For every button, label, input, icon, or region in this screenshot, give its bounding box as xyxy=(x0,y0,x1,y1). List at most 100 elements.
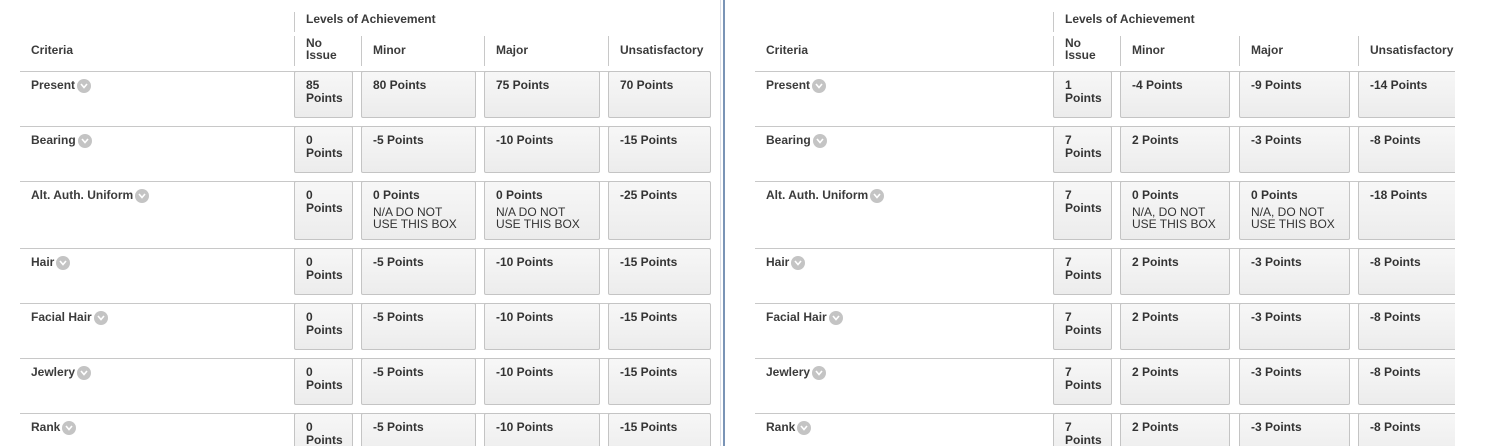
rating-points: -18 Points xyxy=(1370,188,1428,202)
rating-cell-major[interactable]: -10 Points xyxy=(484,413,600,446)
rating-points: 80 Points xyxy=(373,78,427,92)
chevron-down-icon[interactable] xyxy=(135,189,150,203)
rating-cell-unsatisfactory[interactable]: -15 Points xyxy=(608,358,711,405)
rating-cell-major[interactable]: -10 Points xyxy=(484,248,600,295)
rating-cell-major[interactable]: -3 Points xyxy=(1239,358,1350,405)
criterion-row-header[interactable]: Bearing xyxy=(31,133,92,148)
criterion-row-header[interactable]: Hair xyxy=(31,255,71,270)
chevron-down-icon[interactable] xyxy=(797,421,812,435)
rating-cell-major[interactable]: -9 Points xyxy=(1239,71,1350,118)
rating-cell-minor[interactable]: 2 Points xyxy=(1120,248,1230,295)
criterion-row-header[interactable]: Alt. Auth. Uniform xyxy=(31,188,150,203)
rating-points: -5 Points xyxy=(373,365,424,379)
rating-cell-unsatisfactory[interactable]: 70 Points xyxy=(608,71,711,118)
chevron-down-icon[interactable] xyxy=(62,421,77,435)
rating-cell-unsatisfactory[interactable]: -15 Points xyxy=(608,248,711,295)
rating-cell-no-issue[interactable]: 0 Points xyxy=(294,248,353,295)
chevron-down-icon[interactable] xyxy=(93,311,108,325)
criterion-row-header[interactable]: Rank xyxy=(31,420,77,435)
rating-cell-minor[interactable]: -5 Points xyxy=(361,248,476,295)
criterion-row-header[interactable]: Rank xyxy=(766,420,812,435)
rating-cell-unsatisfactory[interactable]: -15 Points xyxy=(608,126,711,173)
rating-cell-unsatisfactory[interactable]: -8 Points xyxy=(1358,413,1455,446)
chevron-down-icon[interactable] xyxy=(870,189,885,203)
rating-cell-minor[interactable]: 0 Points N/A DO NOT USE THIS BOX xyxy=(361,181,476,240)
levels-of-achievement-label: Levels of Achievement xyxy=(294,12,436,32)
rating-cell-major[interactable]: -3 Points xyxy=(1239,303,1350,350)
rating-cell-minor[interactable]: -5 Points xyxy=(361,358,476,405)
chevron-down-icon[interactable] xyxy=(828,311,843,325)
rating-cell-no-issue[interactable]: 7 Points xyxy=(1053,413,1112,446)
chevron-down-icon[interactable] xyxy=(56,256,71,270)
rating-cell-minor[interactable]: -5 Points xyxy=(361,413,476,446)
rating-cell-major[interactable]: -3 Points xyxy=(1239,248,1350,295)
rating-cell-minor[interactable]: -5 Points xyxy=(361,303,476,350)
chevron-down-icon[interactable] xyxy=(77,366,92,380)
criterion-row-header[interactable]: Present xyxy=(31,78,92,93)
rating-description: N/A DO NOT USE THIS BOX xyxy=(373,205,457,231)
chevron-down-icon[interactable] xyxy=(812,79,827,93)
rating-cell-major[interactable]: 0 Points N/A DO NOT USE THIS BOX xyxy=(484,181,600,240)
rating-cell-no-issue[interactable]: 0 Points xyxy=(294,358,353,405)
criterion-name: Bearing xyxy=(766,133,811,147)
rating-points: 0 Points xyxy=(306,365,343,392)
rating-cell-minor[interactable]: -4 Points xyxy=(1120,71,1230,118)
rating-cell-no-issue[interactable]: 7 Points xyxy=(1053,303,1112,350)
rating-cell-unsatisfactory[interactable]: -8 Points xyxy=(1358,303,1455,350)
rating-cell-no-issue[interactable]: 0 Points xyxy=(294,181,353,240)
rating-cell-no-issue[interactable]: 7 Points xyxy=(1053,358,1112,405)
rating-cell-no-issue[interactable]: 7 Points xyxy=(1053,181,1112,240)
rating-cell-unsatisfactory[interactable]: -15 Points xyxy=(608,413,711,446)
criterion-row-header[interactable]: Present xyxy=(766,78,827,93)
rating-cell-minor[interactable]: -5 Points xyxy=(361,126,476,173)
criterion-row-header[interactable]: Jewlery xyxy=(31,365,92,380)
rating-cell-no-issue[interactable]: 85 Points xyxy=(294,71,353,118)
rating-cell-no-issue[interactable]: 0 Points xyxy=(294,413,353,446)
rating-cell-no-issue[interactable]: 0 Points xyxy=(294,126,353,173)
rating-cell-minor[interactable]: 0 Points N/A, DO NOT USE THIS BOX xyxy=(1120,181,1230,240)
rating-cell-minor[interactable]: 80 Points xyxy=(361,71,476,118)
level-header-minor: Minor xyxy=(361,36,484,66)
rating-cell-unsatisfactory[interactable]: -8 Points xyxy=(1358,358,1455,405)
rating-cell-major[interactable]: -3 Points xyxy=(1239,413,1350,446)
rating-points: -8 Points xyxy=(1370,420,1421,434)
level-header-label: Unsatisfactory xyxy=(620,43,704,57)
criterion-row-header[interactable]: Facial Hair xyxy=(31,310,108,325)
rating-cell-major[interactable]: -3 Points xyxy=(1239,126,1350,173)
rating-cell-major[interactable]: -10 Points xyxy=(484,358,600,405)
rating-points: 2 Points xyxy=(1132,255,1179,269)
criterion-row-header[interactable]: Facial Hair xyxy=(766,310,843,325)
rating-cell-unsatisfactory[interactable]: -18 Points xyxy=(1358,181,1455,240)
rating-cell-major[interactable]: 75 Points xyxy=(484,71,600,118)
criterion-row-header[interactable]: Bearing xyxy=(766,133,827,148)
criterion-row-header[interactable]: Alt. Auth. Uniform xyxy=(766,188,885,203)
rating-cell-minor[interactable]: 2 Points xyxy=(1120,358,1230,405)
rating-cell-minor[interactable]: 2 Points xyxy=(1120,303,1230,350)
chevron-down-icon[interactable] xyxy=(812,134,827,148)
rating-cell-no-issue[interactable]: 0 Points xyxy=(294,303,353,350)
rating-points: 0 Points xyxy=(306,310,343,337)
rating-cell-unsatisfactory[interactable]: -14 Points xyxy=(1358,71,1455,118)
rating-cell-minor[interactable]: 2 Points xyxy=(1120,126,1230,173)
chevron-down-icon[interactable] xyxy=(77,79,92,93)
split-divider[interactable] xyxy=(720,0,728,446)
criterion-row-header[interactable]: Jewlery xyxy=(766,365,827,380)
rating-cell-no-issue[interactable]: 7 Points xyxy=(1053,248,1112,295)
rating-cell-minor[interactable]: 2 Points xyxy=(1120,413,1230,446)
rating-cell-unsatisfactory[interactable]: -8 Points xyxy=(1358,126,1455,173)
rating-cell-unsatisfactory[interactable]: -8 Points xyxy=(1358,248,1455,295)
rating-cell-no-issue[interactable]: 1 Points xyxy=(1053,71,1112,118)
rating-points: -8 Points xyxy=(1370,133,1421,147)
criterion-row-header[interactable]: Hair xyxy=(766,255,806,270)
rating-cell-major[interactable]: 0 Points N/A, DO NOT USE THIS BOX xyxy=(1239,181,1350,240)
criterion-name: Jewlery xyxy=(766,365,811,379)
chevron-down-icon[interactable] xyxy=(77,134,92,148)
chevron-down-icon[interactable] xyxy=(791,256,806,270)
chevron-down-icon[interactable] xyxy=(812,366,827,380)
rating-cell-unsatisfactory[interactable]: -15 Points xyxy=(608,303,711,350)
rating-cell-major[interactable]: -10 Points xyxy=(484,126,600,173)
rating-cell-no-issue[interactable]: 7 Points xyxy=(1053,126,1112,173)
rating-description: N/A, DO NOT USE THIS BOX xyxy=(1251,205,1335,231)
rating-cell-major[interactable]: -10 Points xyxy=(484,303,600,350)
rating-cell-unsatisfactory[interactable]: -25 Points xyxy=(608,181,711,240)
